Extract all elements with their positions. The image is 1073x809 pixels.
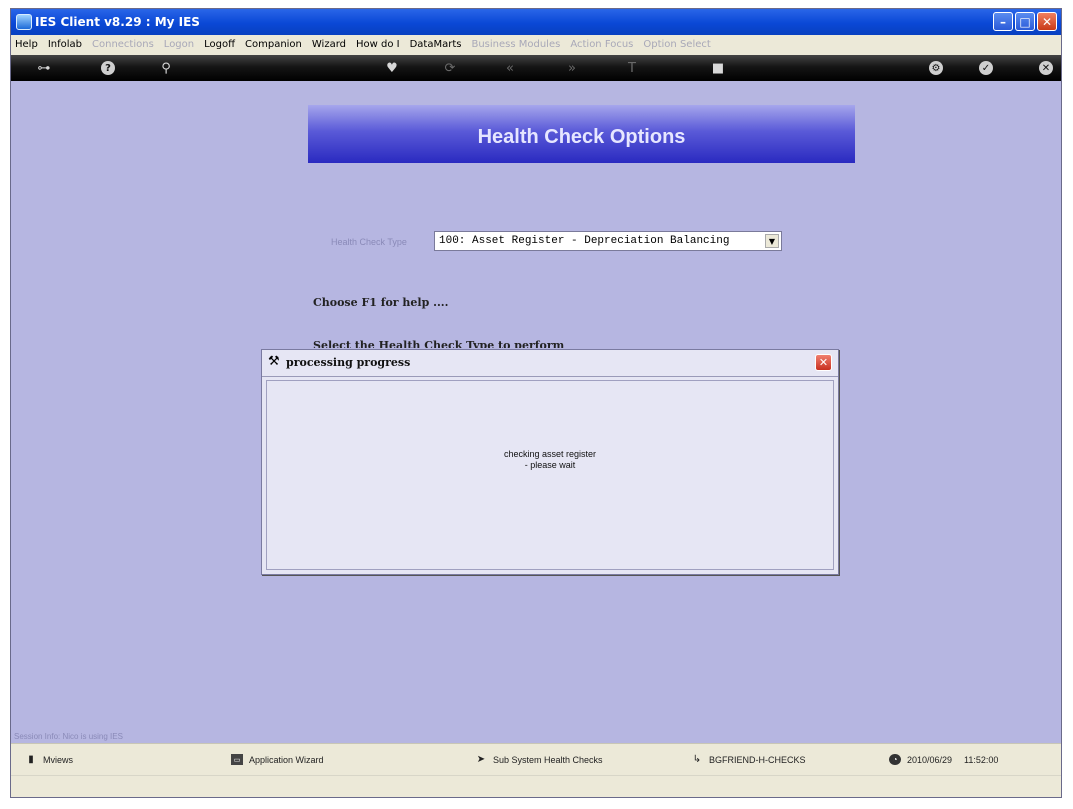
progress-message: checking asset register xyxy=(503,449,597,459)
menu-how-do-i[interactable]: How do I xyxy=(356,39,400,50)
dialog-body: checking asset register - please wait xyxy=(266,380,834,570)
menu-option-select: Option Select xyxy=(643,39,711,50)
menu-infolab[interactable]: Infolab xyxy=(48,39,82,50)
subsystem-icon: ➤ xyxy=(476,754,486,765)
subsystem-label: Sub System Health Checks xyxy=(493,754,603,765)
text-icon[interactable]: T xyxy=(623,59,641,77)
help-instruction: Select the Health Check Type to perform xyxy=(313,339,565,348)
application-wizard-label: Application Wizard xyxy=(249,754,324,765)
dialog-title: processing progress xyxy=(286,356,411,369)
dialog-close-button[interactable]: ✕ xyxy=(815,354,832,371)
clock-icon: ◔ xyxy=(889,754,901,765)
progress-submessage: - please wait xyxy=(524,460,576,470)
bottom-strip xyxy=(11,775,1061,797)
menu-connections: Connections xyxy=(92,39,154,50)
module-label: BGFRIEND-H-CHECKS xyxy=(709,754,806,765)
back-icon[interactable]: « xyxy=(501,59,519,77)
help-hint: Choose F1 for help .... xyxy=(313,296,449,309)
mviews-label: Mviews xyxy=(43,754,74,765)
page-title: Health Check Options xyxy=(308,105,855,163)
maximize-button[interactable]: □ xyxy=(1015,12,1035,31)
menu-companion[interactable]: Companion xyxy=(245,39,302,50)
search-icon[interactable]: ⚲ xyxy=(157,59,175,77)
wrench-icon: ⚒ xyxy=(268,354,280,369)
window-title: IES Client v8.29 : My IES xyxy=(35,15,200,29)
chevron-down-icon[interactable]: ▼ xyxy=(765,234,779,248)
menu-wizard[interactable]: Wizard xyxy=(312,39,346,50)
subsystem-button[interactable]: ➤ Sub System Health Checks xyxy=(475,754,603,765)
toolbar: ⊶ ? ⚲ ♥ ⟳ « » T ■ ⚙ ✓ ✕ xyxy=(11,55,1061,81)
menu-action-focus: Action Focus xyxy=(570,39,634,50)
status-bar: ▮ Mviews ▭ Application Wizard ➤ Sub Syst… xyxy=(11,743,1061,776)
app-window: IES Client v8.29 : My IES – □ ✕ Help Inf… xyxy=(10,8,1062,798)
menu-datamarts[interactable]: DataMarts xyxy=(410,39,462,50)
menu-logoff[interactable]: Logoff xyxy=(204,39,235,50)
wizard-icon: ▭ xyxy=(231,754,243,765)
mviews-button[interactable]: ▮ Mviews xyxy=(25,754,73,765)
mviews-icon: ▮ xyxy=(28,754,34,765)
app-icon xyxy=(16,14,32,30)
module-icon: ↳ xyxy=(692,754,702,765)
close-icon[interactable]: ✕ xyxy=(1039,61,1053,75)
application-wizard-button[interactable]: ▭ Application Wizard xyxy=(231,754,324,765)
menu-business-modules: Business Modules xyxy=(471,39,561,50)
heart-icon[interactable]: ♥ xyxy=(383,59,401,77)
menu-bar: Help Infolab Connections Logon Logoff Co… xyxy=(11,35,1061,56)
stop-icon[interactable]: ■ xyxy=(709,59,727,77)
title-bar: IES Client v8.29 : My IES – □ ✕ xyxy=(11,9,1061,35)
datetime: ◔ 2010/06/29 11:52:00 xyxy=(889,754,998,765)
close-window-button[interactable]: ✕ xyxy=(1037,12,1057,31)
minimize-button[interactable]: – xyxy=(993,12,1013,31)
module-button[interactable]: ↳ BGFRIEND-H-CHECKS xyxy=(691,754,806,765)
health-check-type-label: Health Check Type xyxy=(331,237,407,247)
date-label: 2010/06/29 xyxy=(907,754,953,765)
refresh-icon[interactable]: ⟳ xyxy=(441,59,459,77)
session-text: Session Info: Nico is using IES xyxy=(14,732,123,741)
forward-icon[interactable]: » xyxy=(563,59,581,77)
time-label: 11:52:00 xyxy=(964,754,999,765)
menu-logon: Logon xyxy=(163,39,195,50)
processing-progress-dialog: ⚒ processing progress ✕ checking asset r… xyxy=(261,349,839,575)
settings-icon[interactable]: ⚙ xyxy=(929,61,943,75)
check-icon[interactable]: ✓ xyxy=(979,61,993,75)
health-check-type-select[interactable]: 100: Asset Register - Depreciation Balan… xyxy=(434,231,782,251)
health-check-type-value: 100: Asset Register - Depreciation Balan… xyxy=(439,235,730,247)
dialog-title-bar: ⚒ processing progress ✕ xyxy=(262,350,838,377)
menu-help[interactable]: Help xyxy=(15,39,38,50)
key-icon[interactable]: ⊶ xyxy=(29,59,59,77)
help-icon[interactable]: ? xyxy=(101,61,115,75)
session-info: Session Info: Nico is using IES xyxy=(11,731,1061,743)
